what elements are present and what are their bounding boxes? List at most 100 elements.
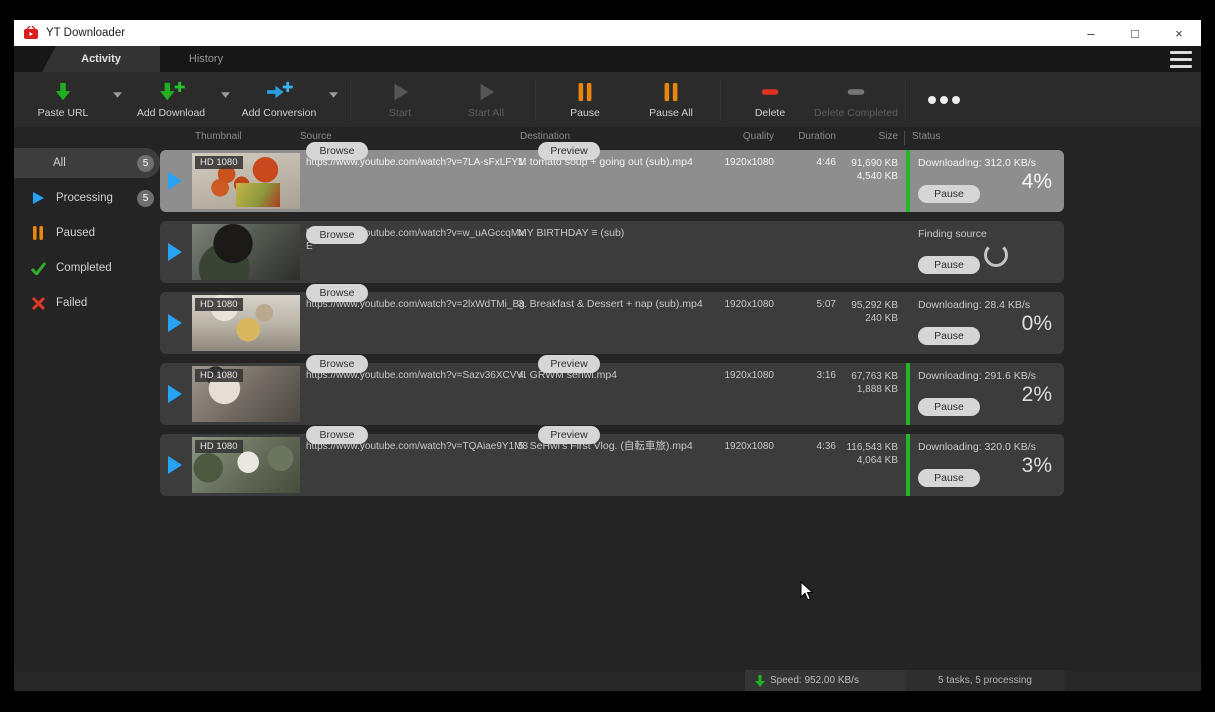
video-thumbnail: HD 1080 — [192, 437, 300, 493]
pause-button[interactable]: Pause — [918, 256, 980, 274]
sidebar-item-paused[interactable]: Paused — [14, 218, 160, 248]
start-all-icon — [475, 81, 497, 103]
browse-button[interactable]: Browse — [306, 226, 368, 244]
preview-button[interactable]: Preview — [538, 355, 600, 373]
tab-activity[interactable]: Activity — [42, 46, 160, 72]
row-play-icon[interactable] — [160, 292, 190, 354]
toolbar-label: Pause All — [649, 107, 693, 119]
quality-cell: 1920x1080 — [716, 299, 774, 310]
add-download-button[interactable]: Add Download — [128, 81, 214, 119]
add-conversion-icon — [265, 81, 293, 103]
video-thumbnail: HD 1080 — [192, 366, 300, 422]
progress-stripe — [906, 434, 910, 496]
status-cell: Downloading: 312.0 KB/s 4% Pause — [916, 150, 1064, 212]
loading-spinner-icon — [984, 243, 1008, 267]
sidebar-item-failed[interactable]: Failed — [14, 288, 160, 318]
sidebar-item-label: Paused — [56, 227, 95, 239]
mouse-cursor — [800, 581, 814, 601]
start-all-button: Start All — [443, 81, 529, 119]
status-bar: Speed: 952.00 KB/s 5 tasks, 5 processing — [14, 670, 1201, 691]
quality-cell: 1920x1080 — [716, 157, 774, 168]
count-badge: 5 — [137, 190, 154, 207]
delete-button[interactable]: Delete — [727, 81, 813, 119]
tasks-summary: 5 tasks, 5 processing — [905, 670, 1065, 691]
processing-icon — [29, 190, 47, 206]
toolbar-label: Start All — [468, 107, 504, 119]
delete-completed-button: Delete Completed — [813, 81, 899, 119]
destination-filename: MY BIRTHDAY ≡ (sub) — [518, 227, 734, 240]
preview-button[interactable]: Preview — [538, 426, 600, 444]
video-thumbnail: HD 1080 — [192, 295, 300, 351]
row-play-icon[interactable] — [160, 221, 190, 283]
toolbar-label: Paste URL — [38, 107, 89, 119]
pause-button[interactable]: Pause — [918, 327, 980, 345]
toolbar-label: Start — [389, 107, 411, 119]
browse-button[interactable]: Browse — [306, 355, 368, 373]
pause-all-button[interactable]: Pause All — [628, 81, 714, 119]
more-button[interactable] — [912, 95, 976, 105]
row-play-icon[interactable] — [160, 150, 190, 212]
status-text: Downloading: 28.4 KB/s — [918, 299, 1030, 311]
size-total: 67,763 KB — [828, 370, 898, 383]
row-play-icon[interactable] — [160, 363, 190, 425]
start-icon — [389, 81, 411, 103]
hd-badge: HD 1080 — [195, 440, 243, 453]
status-cell: Downloading: 320.0 KB/s 3% Pause — [916, 434, 1064, 496]
destination-filename: 3. Breakfast & Dessert + nap (sub).mp4 — [518, 298, 734, 311]
size-done: 1,888 KB — [828, 383, 898, 396]
pause-icon — [575, 81, 595, 103]
count-badge: 5 — [137, 155, 154, 172]
menu-icon[interactable] — [1170, 51, 1192, 68]
browse-button[interactable]: Browse — [306, 142, 368, 160]
hd-badge: HD 1080 — [195, 156, 243, 169]
size-total: 116,543 KB — [828, 441, 898, 454]
size-done: 240 KB — [828, 312, 898, 325]
tab-history[interactable]: History — [174, 46, 238, 72]
toolbar-label: Pause — [570, 107, 600, 119]
tab-bar: Activity History — [14, 46, 1201, 72]
status-cell: Downloading: 28.4 KB/s 0% Pause — [916, 292, 1064, 354]
pause-button[interactable]: Pause — [918, 185, 980, 203]
add-conversion-dropdown-icon[interactable] — [322, 92, 344, 98]
download-row[interactable]: HD 1080 https://www.youtube.com/watch?v=… — [160, 363, 1064, 425]
add-conversion-button[interactable]: Add Conversion — [236, 81, 322, 119]
close-button[interactable]: × — [1157, 20, 1201, 46]
col-header-quality: Quality — [716, 131, 774, 142]
add-download-dropdown-icon[interactable] — [214, 92, 236, 98]
video-thumbnail: HD 1080 — [192, 153, 300, 209]
add-download-icon — [157, 81, 185, 103]
sidebar-item-label: Failed — [56, 297, 87, 309]
paste-url-button[interactable]: Paste URL — [20, 81, 106, 119]
pause-button[interactable]: Pause — [918, 469, 980, 487]
browse-button[interactable]: Browse — [306, 284, 368, 302]
completed-icon — [29, 260, 47, 276]
col-header-thumbnail: Thumbnail — [195, 131, 242, 142]
pause-button[interactable]: Pause — [918, 398, 980, 416]
status-cell: Finding source Pause — [916, 221, 1064, 283]
col-header-destination: Destination — [520, 131, 570, 142]
title-bar: YT Downloader – □ × — [14, 20, 1201, 46]
pause-button-toolbar[interactable]: Pause — [542, 81, 628, 119]
maximize-button[interactable]: □ — [1113, 20, 1157, 46]
status-text: Downloading: 320.0 KB/s — [918, 441, 1036, 453]
sidebar-item-processing[interactable]: Processing 5 — [14, 183, 160, 213]
download-row[interactable]: HD 1080 https://www.youtube.com/watch?v=… — [160, 292, 1064, 354]
download-row[interactable]: HD 1080 https://www.youtube.com/watch?v=… — [160, 434, 1064, 496]
progress-percent: 2% — [1022, 383, 1052, 407]
minimize-button[interactable]: – — [1069, 20, 1113, 46]
paste-url-dropdown-icon[interactable] — [106, 92, 128, 98]
delete-completed-icon — [845, 81, 867, 103]
header-divider — [904, 131, 905, 145]
sidebar-item-all[interactable]: All 5 — [14, 148, 160, 178]
status-text: Finding source — [918, 228, 987, 240]
preview-button[interactable]: Preview — [538, 142, 600, 160]
table-header: Thumbnail Source Destination Quality Dur… — [160, 128, 1064, 148]
browse-button[interactable]: Browse — [306, 426, 368, 444]
download-row[interactable]: HD 1080 https://www.youtube.com/watch?v=… — [160, 150, 1064, 212]
sidebar: All 5 Processing 5 Paused Completed — [14, 148, 160, 323]
download-row[interactable]: https://www.youtube.com/watch?v=w_uAGccq… — [160, 221, 1064, 283]
col-header-source: Source — [300, 131, 332, 142]
row-play-icon[interactable] — [160, 434, 190, 496]
status-text: Downloading: 312.0 KB/s — [918, 157, 1036, 169]
sidebar-item-completed[interactable]: Completed — [14, 253, 160, 283]
